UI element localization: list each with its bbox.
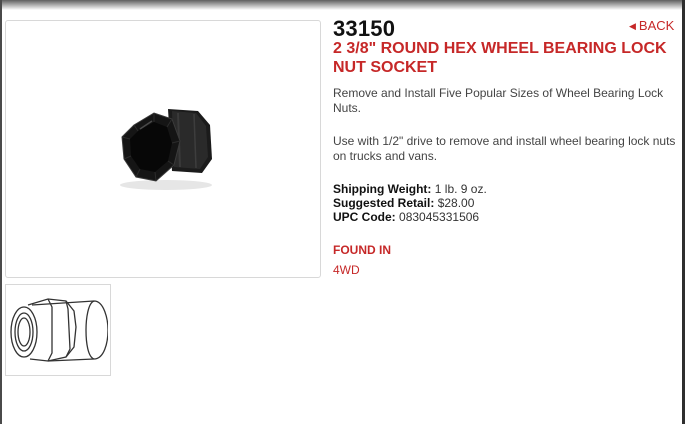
- spec-label: UPC Code:: [333, 210, 396, 224]
- product-thumbnail[interactable]: [5, 284, 111, 376]
- product-description-1: Remove and Install Five Popular Sizes of…: [333, 86, 664, 115]
- triangle-left-icon: ◀: [629, 21, 636, 31]
- window-top-edge: [0, 0, 685, 10]
- spec-value: $28.00: [437, 196, 475, 210]
- spec-label: Suggested Retail:: [333, 196, 435, 210]
- spec-shipping-weight: Shipping Weight: 1 lb. 9 oz.: [333, 182, 487, 196]
- socket-line-drawing: [10, 298, 108, 362]
- spec-label: Shipping Weight:: [333, 182, 432, 196]
- product-title: 2 3/8" ROUND HEX WHEEL BEARING LOCK NUT …: [333, 40, 667, 76]
- spec-upc-code: UPC Code: 083045331506: [333, 210, 487, 224]
- found-in-link-4wd[interactable]: 4WD: [333, 263, 360, 277]
- back-label: BACK: [638, 18, 675, 33]
- product-main-image: [5, 20, 321, 278]
- back-link[interactable]: ◀ BACK: [629, 18, 674, 33]
- spec-value: 083045331506: [399, 210, 480, 224]
- spec-suggested-retail: Suggested Retail: $28.00: [333, 196, 487, 210]
- socket-photo: [120, 109, 212, 190]
- product-specs: Shipping Weight: 1 lb. 9 oz. Suggested R…: [333, 182, 487, 224]
- window-left-edge: [0, 0, 2, 424]
- product-description-2: Use with 1/2" drive to remove and instal…: [333, 134, 676, 163]
- found-in-heading: FOUND IN: [333, 243, 391, 257]
- spec-value: 1 lb. 9 oz.: [434, 182, 487, 196]
